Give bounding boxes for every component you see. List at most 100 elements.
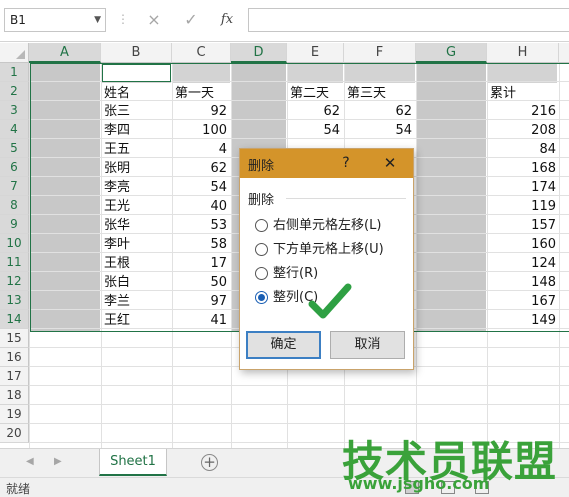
cell-day1[interactable]: 54 xyxy=(172,178,227,197)
add-sheet-icon[interactable]: + xyxy=(201,454,218,471)
cell-name[interactable]: 李四 xyxy=(104,121,170,140)
row-header-17[interactable]: 17 xyxy=(0,367,29,386)
chevron-down-icon[interactable]: ▼ xyxy=(94,9,101,31)
column-header-a[interactable]: A xyxy=(29,43,101,63)
row-header-14[interactable]: 14 xyxy=(0,310,29,329)
column-header-h[interactable]: H xyxy=(487,43,559,63)
header-total[interactable]: 累计 xyxy=(490,84,516,103)
cell-total[interactable]: 148 xyxy=(487,273,556,292)
cell-day3[interactable]: 62 xyxy=(344,102,412,121)
cell-name[interactable]: 张明 xyxy=(104,159,170,178)
column-header-b[interactable]: B xyxy=(101,43,172,63)
cell-day1[interactable]: 62 xyxy=(172,159,227,178)
cell-day3[interactable]: 54 xyxy=(344,121,412,140)
header-day1[interactable]: 第一天 xyxy=(175,84,214,103)
close-icon[interactable]: ✕ xyxy=(379,152,401,174)
formula-input[interactable] xyxy=(248,8,569,32)
cancel-button[interactable]: 取消 xyxy=(330,331,405,359)
cell-name[interactable]: 张三 xyxy=(104,102,170,121)
cell-total[interactable]: 149 xyxy=(487,311,556,330)
radio-shift-left[interactable] xyxy=(255,218,268,232)
option-shift-up-label: 下方单元格上移(U) xyxy=(273,242,384,257)
cell-name[interactable]: 李叶 xyxy=(104,235,170,254)
dialog-titlebar[interactable]: 删除 ? ✕ xyxy=(240,149,413,178)
grid-vline xyxy=(29,63,30,448)
column-header-i[interactable] xyxy=(559,43,569,63)
cell-day1[interactable]: 17 xyxy=(172,254,227,273)
header-day3[interactable]: 第三天 xyxy=(347,84,386,103)
cell-day1[interactable]: 92 xyxy=(172,102,227,121)
row-header-16[interactable]: 16 xyxy=(0,348,29,367)
radio-shift-up[interactable] xyxy=(255,242,268,256)
cell-day1[interactable]: 53 xyxy=(172,216,227,235)
row-header-10[interactable]: 10 xyxy=(0,234,29,253)
cell-name[interactable]: 张华 xyxy=(104,216,170,235)
cell-total[interactable]: 168 xyxy=(487,159,556,178)
cell-name[interactable]: 张白 xyxy=(104,273,170,292)
row-header-2[interactable]: 2 xyxy=(0,82,29,101)
cell-total[interactable]: 216 xyxy=(487,102,556,121)
active-cell-b1[interactable] xyxy=(102,64,171,82)
cell-total[interactable]: 124 xyxy=(487,254,556,273)
cell-total[interactable]: 84 xyxy=(487,140,556,159)
cell-day1[interactable]: 58 xyxy=(172,235,227,254)
row-header-18[interactable]: 18 xyxy=(0,386,29,405)
row-header-11[interactable]: 11 xyxy=(0,253,29,272)
scroll-right-icon[interactable]: ▶ xyxy=(54,456,62,467)
option-shift-up[interactable]: 下方单元格上移(U) xyxy=(255,240,384,260)
row-header-15[interactable]: 15 xyxy=(0,329,29,348)
row-header-3[interactable]: 3 xyxy=(0,101,29,120)
row-header-12[interactable]: 12 xyxy=(0,272,29,291)
row-header-9[interactable]: 9 xyxy=(0,215,29,234)
option-shift-left[interactable]: 右侧单元格左移(L) xyxy=(255,216,381,236)
header-name[interactable]: 姓名 xyxy=(104,84,130,103)
name-box[interactable]: B1 ▼ xyxy=(4,8,106,32)
row-header-4[interactable]: 4 xyxy=(0,120,29,139)
column-header-c[interactable]: C xyxy=(172,43,231,63)
cell-day1[interactable]: 41 xyxy=(172,311,227,330)
cell-day2[interactable]: 62 xyxy=(287,102,340,121)
radio-entire-row[interactable] xyxy=(255,266,268,280)
option-entire-row[interactable]: 整行(R) xyxy=(255,264,318,284)
cell-day1[interactable]: 40 xyxy=(172,197,227,216)
column-header-e[interactable]: E xyxy=(287,43,344,63)
cell-total[interactable]: 167 xyxy=(487,292,556,311)
header-day2[interactable]: 第二天 xyxy=(290,84,329,103)
cell-name[interactable]: 李亮 xyxy=(104,178,170,197)
select-all-button[interactable] xyxy=(0,43,29,63)
column-header-g[interactable]: G xyxy=(416,43,487,63)
sheet-tab-sheet1[interactable]: Sheet1 xyxy=(99,449,167,476)
cancel-entry-icon[interactable]: × xyxy=(143,9,165,31)
cell-day1[interactable]: 4 xyxy=(172,140,227,159)
cell-total[interactable]: 208 xyxy=(487,121,556,140)
row-header-7[interactable]: 7 xyxy=(0,177,29,196)
insert-function-button[interactable]: fx xyxy=(216,9,238,31)
scroll-left-icon[interactable]: ◀ xyxy=(26,456,34,467)
cell-total[interactable]: 160 xyxy=(487,235,556,254)
row-header-13[interactable]: 13 xyxy=(0,291,29,310)
enter-entry-icon[interactable]: ✓ xyxy=(180,9,202,31)
row-header-6[interactable]: 6 xyxy=(0,158,29,177)
cell-total[interactable]: 174 xyxy=(487,178,556,197)
row-header-20[interactable]: 20 xyxy=(0,424,29,443)
cell-name[interactable]: 王根 xyxy=(104,254,170,273)
column-header-d[interactable]: D xyxy=(231,43,287,63)
cell-day2[interactable]: 54 xyxy=(287,121,340,140)
row-header-5[interactable]: 5 xyxy=(0,139,29,158)
row-header-8[interactable]: 8 xyxy=(0,196,29,215)
help-icon[interactable]: ? xyxy=(338,152,354,174)
cell-day1[interactable]: 97 xyxy=(172,292,227,311)
cell-name[interactable]: 李兰 xyxy=(104,292,170,311)
radio-entire-column[interactable] xyxy=(255,290,268,304)
cell-name[interactable]: 王红 xyxy=(104,311,170,330)
cell-name[interactable]: 王五 xyxy=(104,140,170,159)
cell-total[interactable]: 119 xyxy=(487,197,556,216)
ok-button[interactable]: 确定 xyxy=(246,331,321,359)
cell-total[interactable]: 157 xyxy=(487,216,556,235)
cell-day1[interactable]: 50 xyxy=(172,273,227,292)
cell-name[interactable]: 王光 xyxy=(104,197,170,216)
row-header-19[interactable]: 19 xyxy=(0,405,29,424)
row-header-1[interactable]: 1 xyxy=(0,63,29,82)
column-header-f[interactable]: F xyxy=(344,43,416,63)
cell-day1[interactable]: 100 xyxy=(172,121,227,140)
